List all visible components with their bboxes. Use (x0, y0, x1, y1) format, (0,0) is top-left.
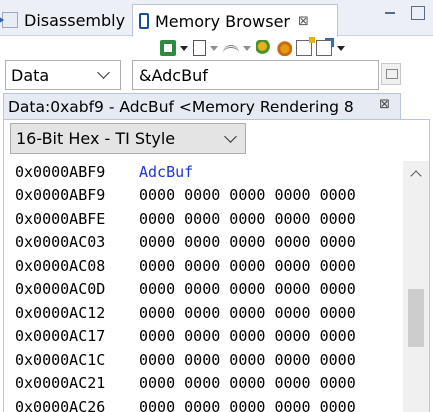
row-values[interactable]: 0000 0000 0000 0000 0000 (139, 186, 356, 204)
row-address: 0x0000AC0D (15, 280, 106, 299)
export-icon[interactable] (316, 38, 334, 56)
row-values[interactable]: 0000 0000 0000 0000 0000 (139, 257, 356, 275)
format-select[interactable]: 16-Bit Hex - TI Style (10, 123, 246, 154)
label-row: 0x0000ABF9 AdcBuf (15, 160, 356, 184)
tab-disassembly[interactable]: Disassembly (0, 4, 131, 36)
memory-space-value: Data (11, 65, 50, 85)
window-controls (383, 6, 425, 20)
row-address: 0x0000AC26 (15, 397, 106, 412)
view-menu-icon[interactable] (336, 40, 346, 56)
minimize-icon[interactable] (383, 6, 397, 20)
memory-rendering-panel: 16-Bit Hex - TI Style 0x0000ABF9 AdcBuf … (3, 119, 430, 412)
row-values[interactable]: 0000 0000 0000 0000 0000 (139, 351, 356, 369)
chip-icon[interactable] (160, 40, 176, 56)
row-address: 0x0000AC08 (15, 256, 106, 275)
table-row: 0x0000AC08 0000 0000 0000 0000 0000 (15, 254, 356, 278)
row-values[interactable]: 0000 0000 0000 0000 0000 (139, 280, 356, 298)
fan-dropdown-icon[interactable] (243, 40, 252, 56)
close-icon[interactable]: ⊠ (379, 97, 390, 112)
row-values[interactable]: 0000 0000 0000 0000 0000 (139, 398, 356, 412)
memory-toolbar (160, 37, 346, 59)
scroll-thumb[interactable] (408, 289, 424, 347)
disassembly-icon (0, 12, 18, 28)
tab-memory-browser[interactable]: Memory Browser ⊠ (132, 4, 338, 37)
row-values[interactable]: 0000 0000 0000 0000 0000 (139, 210, 356, 228)
chevron-down-icon (224, 130, 237, 143)
table-row: 0x0000ABFE 0000 0000 0000 0000 0000 (15, 207, 356, 231)
document-dropdown-icon[interactable] (210, 40, 219, 56)
refresh-icon[interactable] (276, 40, 292, 56)
row-values[interactable]: 0000 0000 0000 0000 0000 (139, 374, 356, 392)
document-icon[interactable] (193, 40, 206, 56)
row-address: 0x0000AC03 (15, 233, 106, 252)
scroll-up-icon[interactable] (410, 170, 422, 182)
new-rendering-icon[interactable] (296, 37, 315, 56)
view-tab-bar: Disassembly Memory Browser ⊠ (0, 0, 433, 37)
vertical-scrollbar[interactable] (403, 161, 429, 412)
table-row: 0x0000AC21 0000 0000 0000 0000 0000 (15, 372, 356, 396)
table-row: 0x0000AC03 0000 0000 0000 0000 0000 (15, 231, 356, 255)
row-address: 0x0000AC21 (15, 374, 106, 393)
row-address: 0x0000AC12 (15, 303, 106, 322)
maximize-icon[interactable] (411, 6, 425, 20)
sync-icon[interactable] (256, 40, 272, 56)
tab-memory-browser-label: Memory Browser (155, 11, 290, 31)
row-values[interactable]: 0000 0000 0000 0000 0000 (139, 233, 356, 251)
row-address: 0x0000ABFE (15, 209, 106, 228)
memory-icon (139, 13, 149, 29)
address-input-value: &AdcBuf (139, 65, 208, 85)
fan-icon[interactable] (223, 45, 239, 55)
tab-disassembly-label: Disassembly (24, 10, 126, 30)
memory-rendering-tab[interactable]: Data:0xabf9 - AdcBuf <Memory Rendering 8… (3, 93, 401, 119)
row-values[interactable]: 0000 0000 0000 0000 0000 (139, 327, 356, 345)
format-select-value: 16-Bit Hex - TI Style (16, 129, 176, 148)
table-row: 0x0000AC12 0000 0000 0000 0000 0000 (15, 301, 356, 325)
row-address: 0x0000ABF9 (15, 186, 106, 205)
row-values[interactable]: 0000 0000 0000 0000 0000 (139, 304, 356, 322)
table-row: 0x0000AC17 0000 0000 0000 0000 0000 (15, 325, 356, 349)
table-row: 0x0000AC1C 0000 0000 0000 0000 0000 (15, 348, 356, 372)
row-address: 0x0000ABF9 (15, 162, 106, 181)
table-row: 0x0000AC26 0000 0000 0000 0000 0000 (15, 395, 356, 412)
chevron-down-icon (97, 66, 110, 79)
table-row: 0x0000ABF9 0000 0000 0000 0000 0000 (15, 184, 356, 208)
row-address: 0x0000AC1C (15, 350, 106, 369)
symbol-label[interactable]: AdcBuf (139, 163, 193, 181)
chip-dropdown-icon[interactable] (180, 40, 189, 56)
address-history-button[interactable] (381, 63, 401, 85)
memory-table: 0x0000ABF9 AdcBuf 0x0000ABF9 0000 0000 00… (15, 160, 356, 412)
address-input[interactable]: &AdcBuf (132, 60, 379, 90)
table-row: 0x0000AC0D 0000 0000 0000 0000 0000 (15, 278, 356, 302)
memory-space-select[interactable]: Data (5, 60, 121, 90)
rendering-tab-title: Data:0xabf9 - AdcBuf <Memory Rendering 8 (8, 97, 354, 116)
close-icon[interactable]: ⊠ (298, 14, 309, 29)
row-address: 0x0000AC17 (15, 327, 106, 346)
